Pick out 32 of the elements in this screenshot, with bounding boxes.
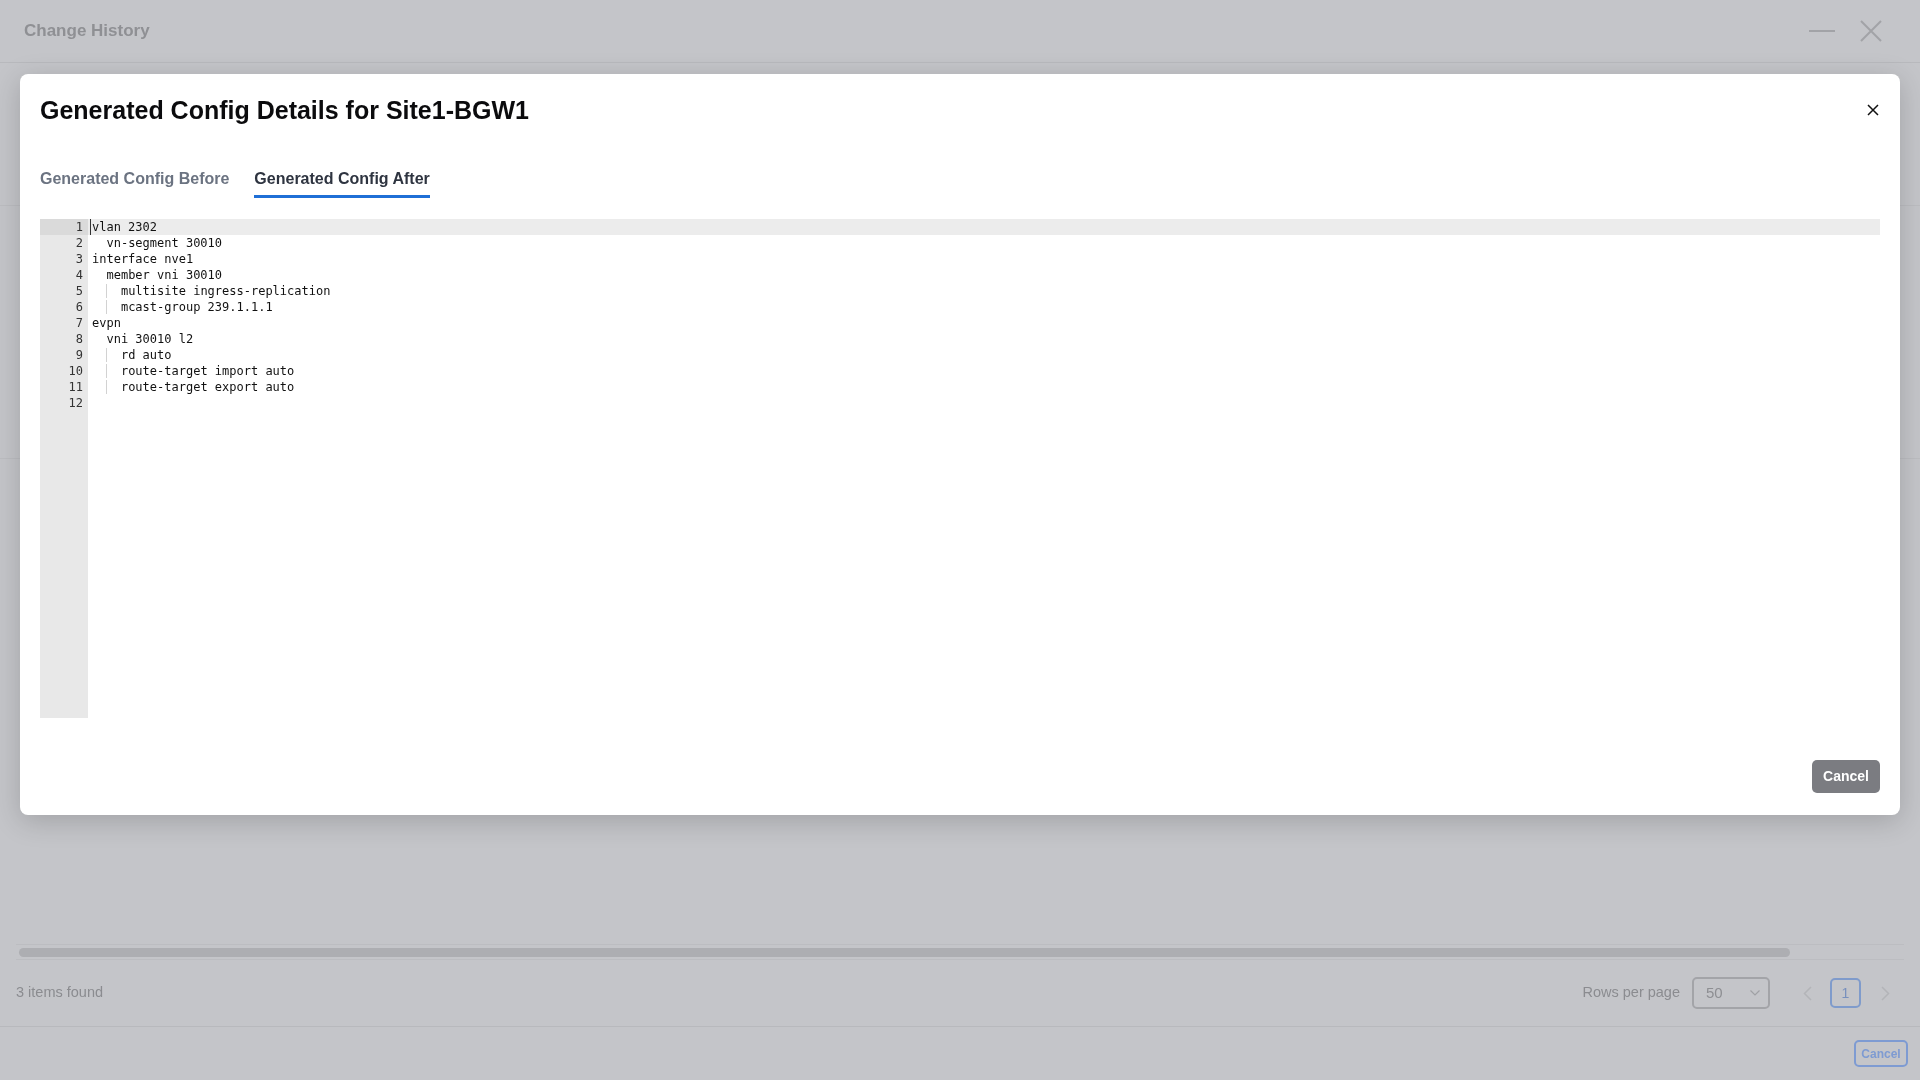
line-number: 3 bbox=[75, 251, 83, 267]
code-line: route-target export auto bbox=[90, 379, 295, 395]
close-icon[interactable] bbox=[1867, 104, 1879, 116]
chevron-down-icon bbox=[1750, 990, 1760, 996]
line-number: 12 bbox=[68, 395, 83, 411]
line-number: 8 bbox=[75, 331, 83, 347]
code-line: multisite ingress-replication bbox=[90, 283, 331, 299]
cancel-button[interactable]: Cancel bbox=[1812, 760, 1880, 793]
line-number: 6 bbox=[75, 299, 83, 315]
line-number: 4 bbox=[75, 267, 83, 283]
line-number: 9 bbox=[75, 347, 83, 363]
tab[interactable]: Generated Config After bbox=[254, 167, 430, 198]
line-number: 1 bbox=[75, 219, 83, 235]
code-line: vni 30010 l2 bbox=[105, 331, 194, 347]
code-line: vlan 2302 bbox=[90, 219, 158, 235]
code-line: rd auto bbox=[90, 347, 172, 363]
tab[interactable]: Generated Config Before bbox=[40, 167, 230, 198]
items-count: 3 items found bbox=[16, 983, 104, 1003]
code-line: interface nve1 bbox=[91, 251, 194, 267]
line-number: 11 bbox=[68, 379, 83, 395]
code-line: vn-segment 30010 bbox=[105, 235, 223, 251]
line-number: 5 bbox=[75, 283, 83, 299]
line-number: 7 bbox=[75, 315, 83, 331]
code-line: mcast-group 239.1.1.1 bbox=[90, 299, 273, 315]
code-line: route-target import auto bbox=[90, 363, 295, 379]
line-number: 10 bbox=[68, 363, 83, 379]
dialog-title: Generated Config Details for Site1-BGW1 bbox=[40, 95, 529, 126]
code-line: member vni 30010 bbox=[105, 267, 223, 283]
line-number: 2 bbox=[75, 235, 83, 251]
code-line: evpn bbox=[91, 315, 121, 331]
rows-per-page-label: Rows per page bbox=[1582, 983, 1680, 1003]
minimize-icon[interactable] bbox=[1809, 30, 1835, 32]
